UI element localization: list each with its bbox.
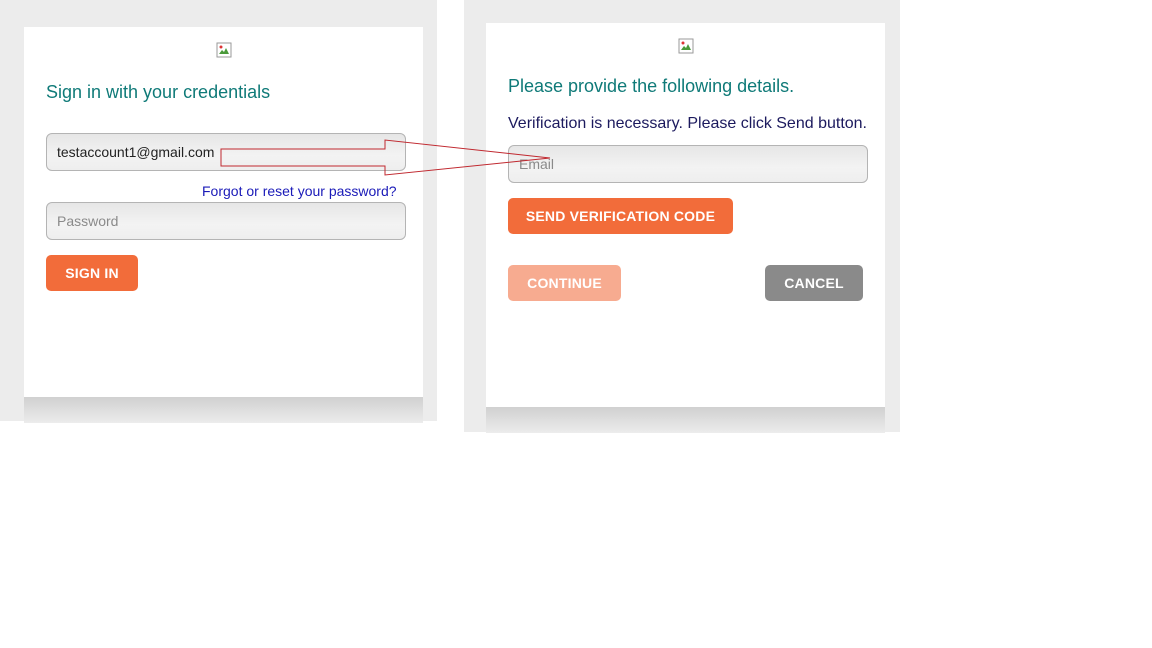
verify-instruction: Verification is necessary. Please click … bbox=[508, 115, 867, 132]
signin-card-shadow bbox=[24, 397, 423, 423]
verify-logo-broken-image-icon bbox=[678, 38, 694, 54]
signin-card: Sign in with your credentials Forgot or … bbox=[24, 27, 423, 397]
signin-heading: Sign in with your credentials bbox=[46, 82, 271, 102]
continue-button[interactable]: CONTINUE bbox=[508, 265, 621, 301]
signin-email-input[interactable] bbox=[46, 133, 406, 171]
verify-email-input[interactable] bbox=[508, 145, 868, 183]
signin-password-input[interactable] bbox=[46, 202, 406, 240]
verify-card: Please provide the following details. Ve… bbox=[486, 23, 885, 407]
signin-logo-broken-image-icon bbox=[216, 42, 232, 58]
cancel-button[interactable]: CANCEL bbox=[765, 265, 863, 301]
signin-button[interactable]: SIGN IN bbox=[46, 255, 138, 291]
verify-card-shadow bbox=[486, 407, 885, 433]
forgot-password-link[interactable]: Forgot or reset your password? bbox=[202, 183, 397, 199]
verify-heading: Please provide the following details. bbox=[508, 76, 795, 96]
send-verification-code-button[interactable]: SEND VERIFICATION CODE bbox=[508, 198, 733, 234]
